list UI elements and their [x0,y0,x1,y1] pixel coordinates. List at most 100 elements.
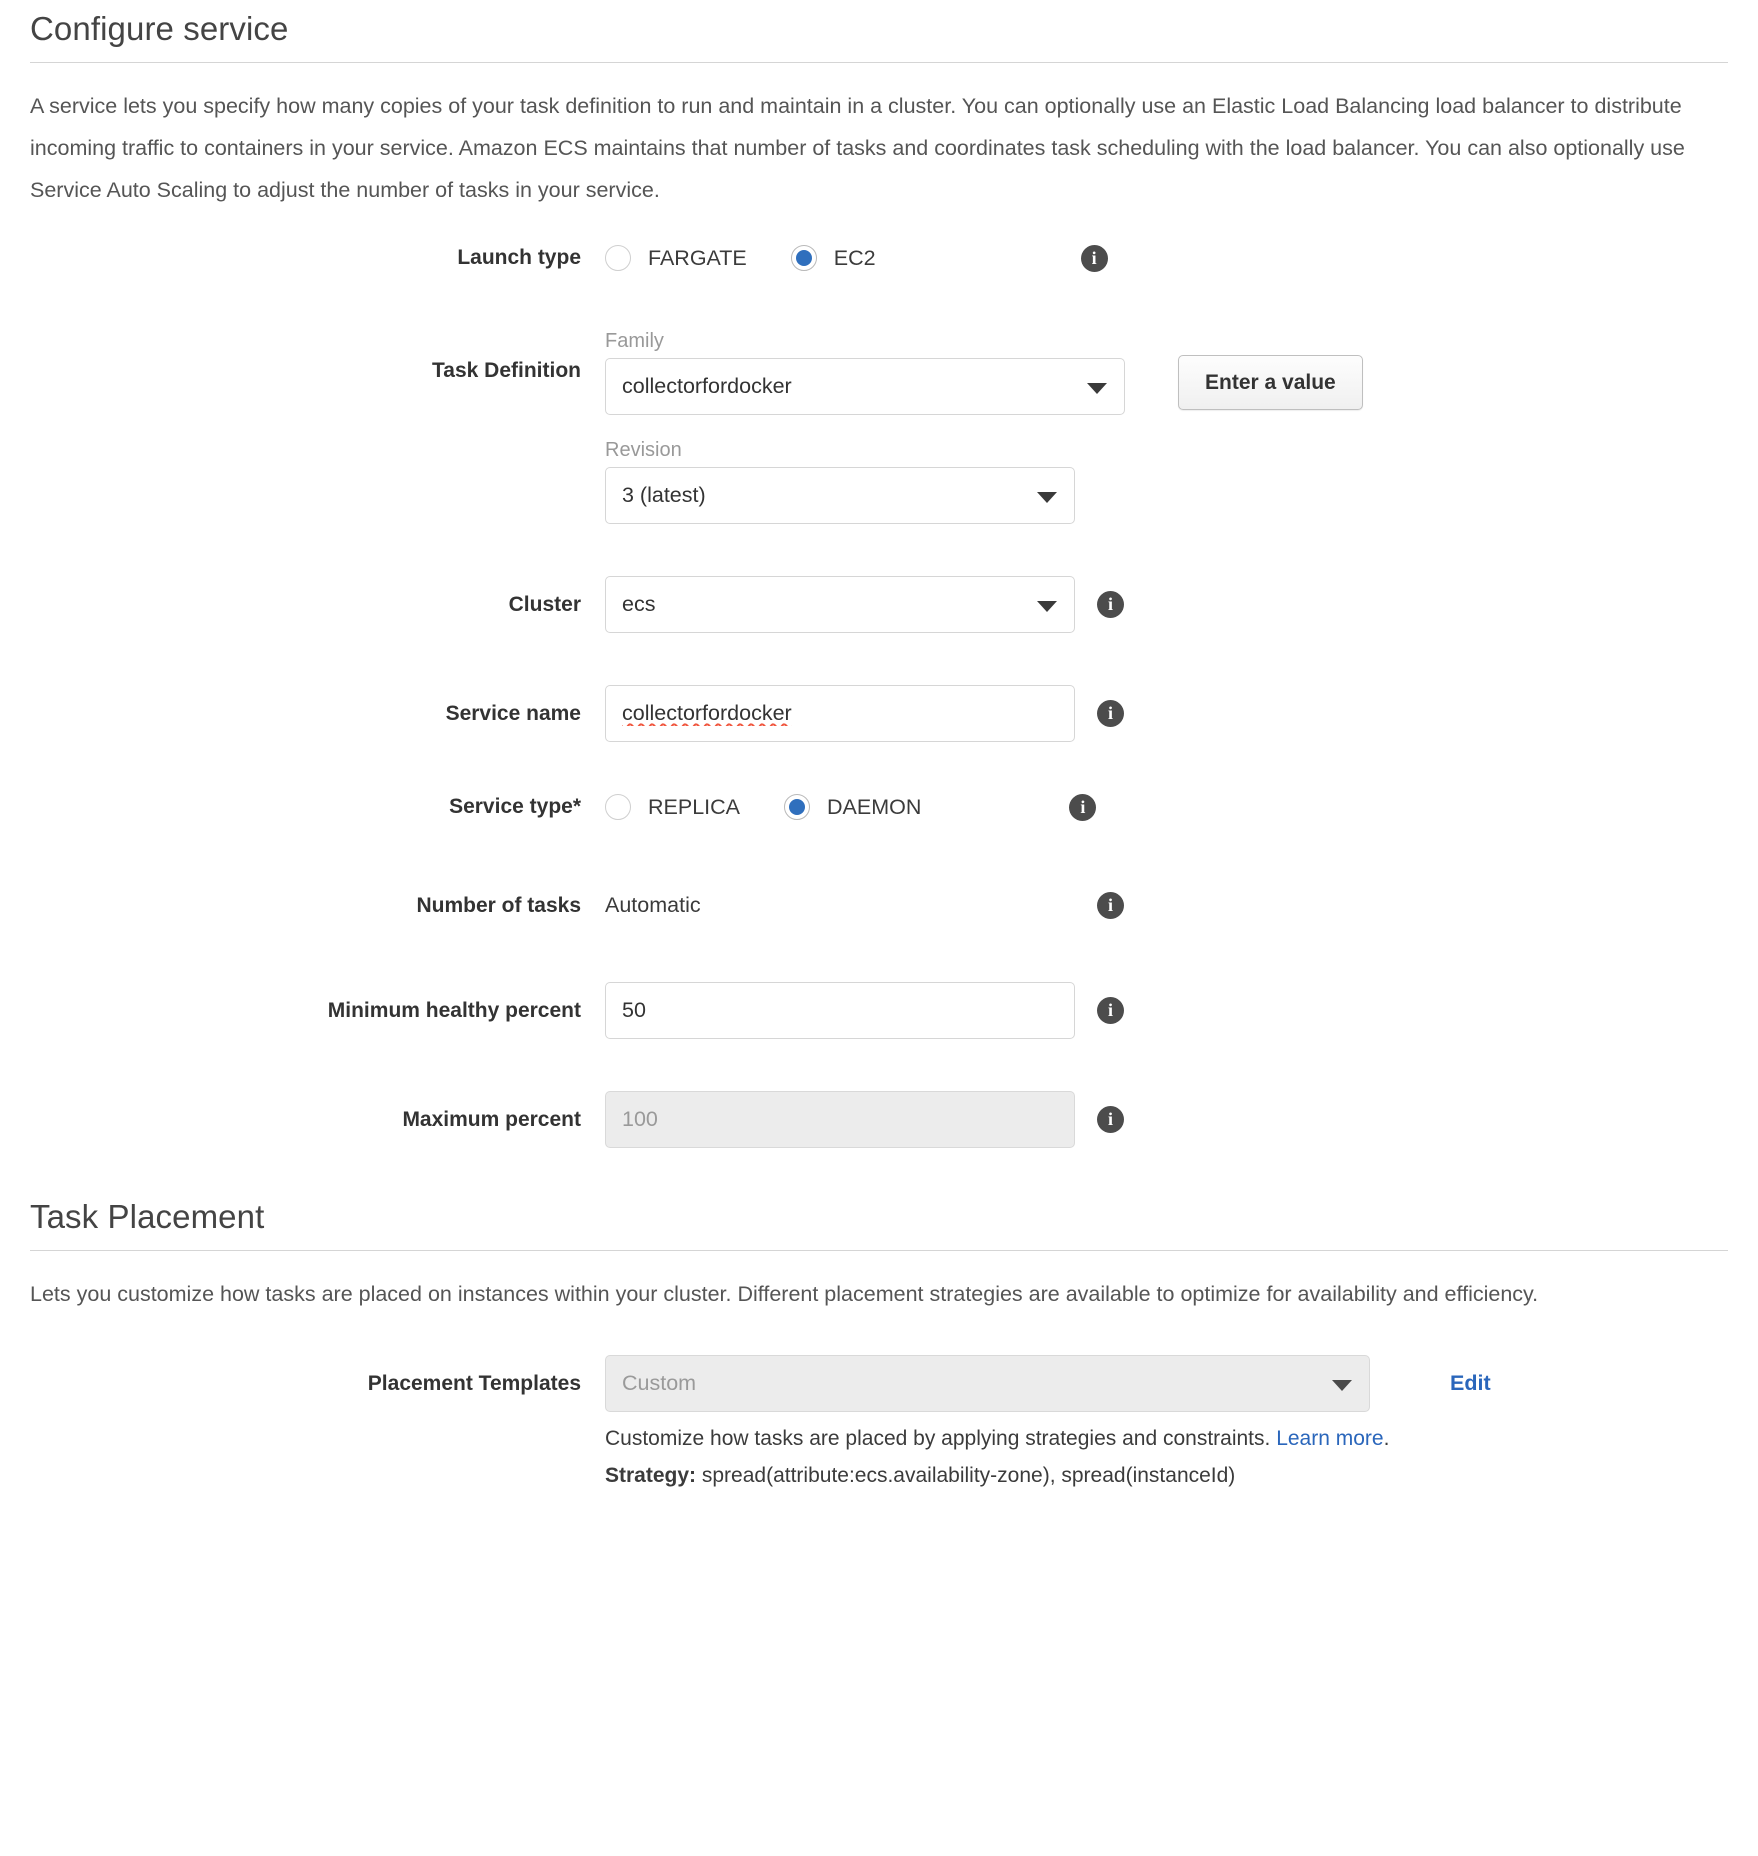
info-icon[interactable]: i [1097,1106,1124,1133]
info-icon[interactable]: i [1097,892,1124,919]
radio-option-ec2[interactable]: EC2 [790,245,876,271]
row-number-of-tasks: Number of tasks Automatic i [30,877,1728,934]
minimum-healthy-percent-control: 50 i [605,982,1728,1039]
number-of-tasks-value: Automatic [605,893,701,917]
revision-select-value: 3 (latest) [622,483,706,507]
configure-service-form: Launch type FARGATE EC2 i Task Definitio… [30,245,1728,1148]
radio-option-replica[interactable]: REPLICA [605,794,740,820]
maximum-percent-placeholder: 100 [622,1107,658,1131]
task-definition-revision-control: Revision 3 (latest) [605,439,1728,524]
row-launch-type: Launch type FARGATE EC2 i [30,245,1728,272]
info-icon[interactable]: i [1097,591,1124,618]
radio-option-fargate[interactable]: FARGATE [605,245,747,271]
learn-more-link[interactable]: Learn more [1276,1427,1383,1450]
service-type-radio-group: REPLICA DAEMON [605,794,921,820]
placement-templates-control: Custom Edit Customize how tasks are plac… [605,1355,1728,1494]
task-definition-label: Task Definition [432,359,581,382]
info-icon[interactable]: i [1097,997,1124,1024]
title-divider [30,62,1728,63]
service-name-info-slot: i [1097,685,1124,742]
task-placement-description: Lets you customize how tasks are placed … [30,1282,1539,1306]
number-of-tasks-label: Number of tasks [416,894,581,917]
radio-option-daemon[interactable]: DAEMON [784,794,921,820]
radio-ec2-icon[interactable] [790,245,817,271]
revision-sub-label: Revision [605,439,682,461]
minimum-healthy-percent-input[interactable]: 50 [605,982,1075,1039]
chevron-down-icon [1037,600,1057,612]
info-icon[interactable]: i [1097,700,1124,727]
enter-a-value-button[interactable]: Enter a value [1178,355,1363,410]
service-name-label: Service name [445,702,581,725]
radio-daemon-label: DAEMON [827,794,922,819]
service-name-control: collectorfordocker i [605,685,1728,742]
row-maximum-percent: Maximum percent 100 i [30,1091,1728,1148]
cluster-label: Cluster [508,593,581,616]
placement-strategy-line: Strategy: spread(attribute:ecs.availabil… [605,1457,1235,1494]
edit-link[interactable]: Edit [1450,1355,1491,1412]
family-sub-label: Family [605,330,664,352]
service-type-label: Service type* [449,795,581,818]
minimum-healthy-percent-label: Minimum healthy percent [327,999,581,1022]
radio-replica-label: REPLICA [648,794,741,819]
minimum-healthy-percent-info-slot: i [1097,982,1124,1039]
placement-help-prefix: Customize how tasks are placed by applyi… [605,1427,1277,1450]
info-icon[interactable]: i [1080,245,1108,272]
minimum-healthy-percent-value: 50 [622,998,646,1022]
launch-type-control: FARGATE EC2 i [605,245,1728,272]
configure-service-description: A service lets you specify how many copi… [30,94,1685,202]
revision-field-group: Revision 3 (latest) [605,439,1075,524]
cluster-control: ecs i [605,576,1728,633]
cluster-info-slot: i [1097,576,1124,633]
launch-type-info-slot: i [1080,245,1108,272]
number-of-tasks-info-slot: i [1097,877,1124,934]
launch-type-radio-group: FARGATE EC2 [605,245,876,271]
family-select-value: collectorfordocker [622,374,792,398]
cluster-select[interactable]: ecs [605,576,1075,633]
task-placement-title: Task Placement [30,1198,265,1235]
placement-templates-help: Customize how tasks are placed by applyi… [605,1420,1389,1457]
revision-select[interactable]: 3 (latest) [605,467,1075,524]
row-cluster: Cluster ecs i [30,576,1728,633]
placement-templates-row-inner: Custom Edit [605,1355,1491,1412]
radio-ec2-label: EC2 [833,245,876,270]
family-select[interactable]: collectorfordocker [605,358,1125,415]
placement-templates-value: Custom [622,1371,697,1395]
chevron-down-icon [1332,1379,1352,1391]
service-name-input-value: collectorfordocker [622,701,792,725]
maximum-percent-control: 100 i [605,1091,1728,1148]
service-type-control: REPLICA DAEMON i [605,794,1728,821]
service-type-info-slot: i [1069,794,1097,821]
placement-templates-select[interactable]: Custom [605,1355,1370,1412]
strategy-label: Strategy: [605,1464,697,1487]
row-service-name: Service name collectorfordocker i [30,685,1728,742]
chevron-down-icon [1037,491,1057,503]
info-icon[interactable]: i [1069,794,1097,821]
row-placement-templates: Placement Templates Custom Edit Customiz… [30,1355,1728,1494]
task-placement-form: Placement Templates Custom Edit Customiz… [30,1355,1728,1494]
task-placement-divider [30,1250,1728,1251]
launch-type-label: Launch type [457,246,581,269]
placement-templates-label: Placement Templates [367,1372,581,1395]
family-field-group: Family collectorfordocker [605,330,1125,415]
row-service-type: Service type* REPLICA DAEMON i [30,794,1728,821]
radio-daemon-icon[interactable] [784,794,811,820]
radio-replica-icon[interactable] [605,794,631,820]
maximum-percent-label: Maximum percent [402,1108,581,1131]
number-of-tasks-control: Automatic i [605,877,1728,934]
chevron-down-icon [1087,382,1107,394]
radio-fargate-icon[interactable] [605,245,631,271]
service-name-input[interactable]: collectorfordocker [605,685,1075,742]
page-title: Configure service [30,10,289,47]
maximum-percent-input[interactable]: 100 [605,1091,1075,1148]
placement-help-suffix: . [1383,1427,1390,1450]
radio-fargate-label: FARGATE [648,245,747,270]
enter-a-value-slot: Enter a value [1178,330,1363,410]
row-task-definition-revision: Revision 3 (latest) [30,439,1728,524]
configure-service-page: Configure service A service lets you spe… [0,0,1758,1494]
row-minimum-healthy-percent: Minimum healthy percent 50 i [30,982,1728,1039]
task-definition-family-control: Family collectorfordocker Enter a value [605,330,1728,415]
row-task-definition-family: Task Definition Family collectorfordocke… [30,330,1728,415]
strategy-value: spread(attribute:ecs.availability-zone),… [701,1464,1236,1487]
maximum-percent-info-slot: i [1097,1091,1124,1148]
cluster-select-value: ecs [622,592,656,616]
